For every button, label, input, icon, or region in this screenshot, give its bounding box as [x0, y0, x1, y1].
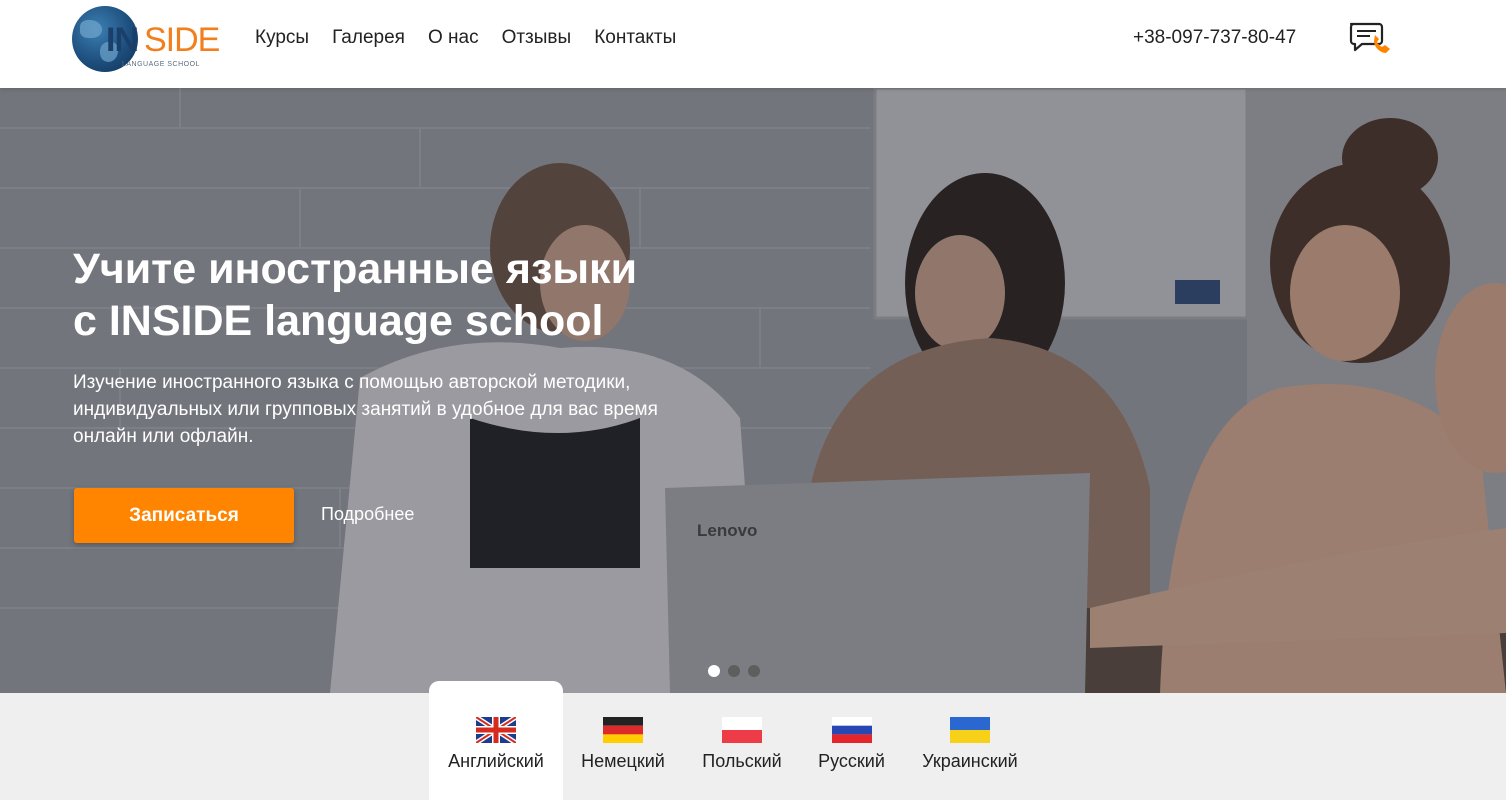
site-header: IN SIDE LANGUAGE SCHOOL Курсы Галерея О … — [0, 0, 1506, 88]
hero-title-line1: Учите иностранные языки — [73, 245, 637, 293]
germany-flag-icon — [603, 717, 643, 743]
hero-title: Учите иностранные языки с INSIDE languag… — [73, 243, 753, 347]
tab-ukrainian-label: Украинский — [922, 751, 1018, 771]
main-nav: Курсы Галерея О нас Отзывы Контакты — [255, 26, 676, 50]
tab-german-label: Немецкий — [581, 751, 665, 771]
tab-ukrainian[interactable]: Украинский — [902, 681, 1038, 800]
poland-flag-icon — [722, 717, 762, 743]
hero-slider: Lenovo Учите иностранные языки с INSIDE … — [0, 88, 1506, 693]
tab-russian-label: Русский — [818, 751, 885, 771]
tab-russian[interactable]: Русский — [801, 681, 902, 800]
nav-about[interactable]: О нас — [428, 26, 479, 50]
slider-dots — [708, 665, 760, 677]
tab-english[interactable]: Английский — [429, 681, 563, 800]
inside-logo[interactable]: IN SIDE LANGUAGE SCHOOL — [72, 6, 220, 74]
russia-flag-icon — [831, 717, 872, 743]
uk-flag-icon — [476, 717, 516, 743]
logo-subtitle: LANGUAGE SCHOOL — [122, 61, 200, 68]
hero-title-line2: с INSIDE language school — [73, 297, 604, 345]
nav-gallery[interactable]: Галерея — [332, 26, 405, 50]
phone-number[interactable]: +38-097-737-80-47 — [1133, 26, 1296, 50]
tab-english-label: Английский — [448, 751, 544, 771]
ukraine-flag-icon — [950, 717, 990, 743]
tab-polish[interactable]: Польский — [683, 681, 801, 800]
logo-text-side: SIDE — [144, 21, 220, 59]
slider-dot-1[interactable] — [708, 665, 720, 677]
nav-contacts[interactable]: Контакты — [594, 26, 676, 50]
slider-dot-3[interactable] — [748, 665, 760, 677]
tab-polish-label: Польский — [702, 751, 782, 771]
logo-text-in: IN — [106, 21, 139, 59]
hero-description: Изучение иностранного языка с помощью ав… — [73, 372, 658, 447]
signup-button[interactable]: Записаться — [74, 488, 294, 543]
nav-courses[interactable]: Курсы — [255, 26, 309, 50]
slider-dot-2[interactable] — [728, 665, 740, 677]
nav-reviews[interactable]: Отзывы — [502, 26, 572, 50]
more-info-link[interactable]: Подробнее — [321, 504, 414, 525]
tab-german[interactable]: Немецкий — [563, 681, 683, 800]
chat-phone-icon[interactable] — [1348, 21, 1394, 55]
language-tabs: Английский Немецкий Польский Русский Укр… — [0, 681, 1506, 800]
